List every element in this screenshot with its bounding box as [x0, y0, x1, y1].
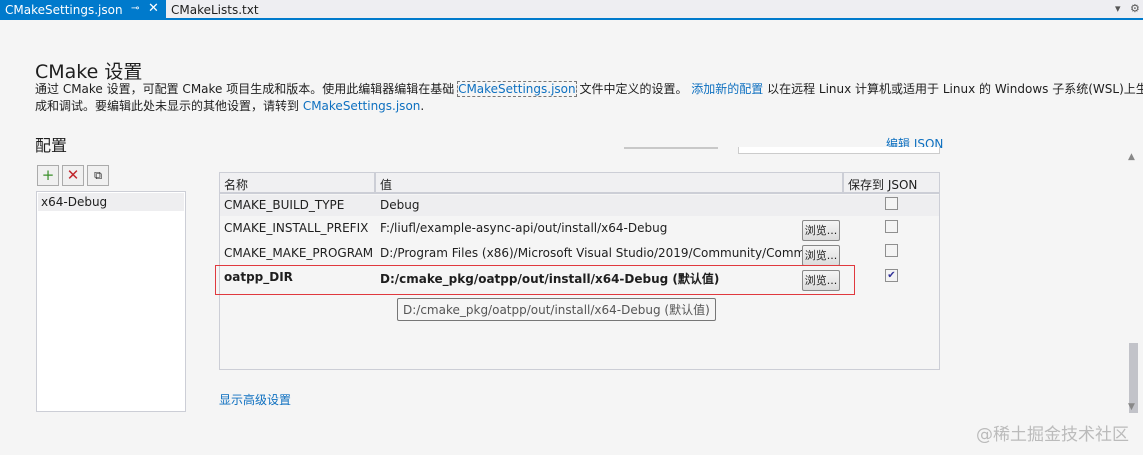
browse-button[interactable]: 浏览...	[802, 220, 840, 241]
col-save-header[interactable]: 保存到 JSON	[844, 173, 939, 192]
cmakesettings-link-2[interactable]: CMakeSettings.json	[303, 99, 421, 113]
row-value[interactable]: Debug	[376, 195, 844, 216]
add-config-button[interactable]: +	[37, 165, 59, 186]
desc-text: 成和调试。要编辑此处未显示的其他设置，请转到	[35, 99, 303, 113]
config-heading: 配置	[35, 136, 68, 155]
show-advanced-link[interactable]: 显示高级设置	[219, 391, 291, 408]
desc-text: 文件中定义的设置。	[575, 82, 692, 96]
copy-icon: ⧉	[94, 169, 102, 182]
scroll-down-icon[interactable]: ▼	[1128, 402, 1135, 412]
table-row[interactable]: CMAKE_BUILD_TYPE Debug	[220, 195, 939, 216]
table-header: 名称 值 保存到 JSON	[220, 173, 939, 194]
table-row[interactable]: CMAKE_INSTALL_PREFIX F:/liufl/example-as…	[220, 216, 939, 241]
save-json-checkbox[interactable]	[885, 220, 898, 233]
tab-cmakelists-txt[interactable]: CMakeLists.txt	[171, 3, 259, 17]
vertical-scrollbar[interactable]: ▲ ▼	[1127, 152, 1141, 418]
row-name: CMAKE_MAKE_PROGRAM	[224, 246, 374, 260]
row-name: CMAKE_INSTALL_PREFIX	[224, 221, 369, 235]
tab-bar: CMakeSettings.json ⊸ ✕ CMakeLists.txt ▾ …	[0, 0, 1143, 20]
row-value[interactable]: F:/liufl/example-async-api/out/install/x…	[376, 216, 802, 241]
value-tooltip: D:/cmake_pkg/oatpp/out/install/x64-Debug…	[397, 298, 716, 321]
scroll-up-icon[interactable]: ▲	[1128, 152, 1135, 162]
browse-button[interactable]: 浏览...	[802, 245, 840, 266]
delete-config-button[interactable]: ✕	[62, 165, 84, 186]
add-config-link[interactable]: 添加新的配置	[691, 82, 763, 96]
save-json-checkbox-checked[interactable]: ✔	[885, 269, 898, 282]
delete-icon: ✕	[66, 166, 80, 184]
cropped-control	[624, 147, 718, 153]
desc-text: 通过 CMake 设置，可配置 CMake 项目生成和版本。使用此编辑器编辑在基…	[35, 82, 459, 96]
watermark: @稀土掘金技术社区	[976, 425, 1129, 445]
save-json-checkbox[interactable]	[885, 244, 898, 257]
description-line-2: 成和调试。要编辑此处未显示的其他设置，请转到 CMakeSettings.jso…	[35, 97, 424, 114]
col-value-header[interactable]: 值	[376, 173, 844, 192]
row-value[interactable]: D:/Program Files (x86)/Microsoft Visual …	[376, 241, 802, 265]
description-line-1: 通过 CMake 设置，可配置 CMake 项目生成和版本。使用此编辑器编辑在基…	[35, 80, 1143, 97]
plus-icon: +	[41, 166, 55, 184]
col-name-header[interactable]: 名称	[220, 173, 376, 192]
save-json-checkbox[interactable]	[885, 197, 898, 210]
duplicate-config-button[interactable]: ⧉	[87, 165, 109, 186]
tab-label: CMakeSettings.json	[5, 3, 123, 17]
close-icon[interactable]: ✕	[148, 1, 159, 16]
desc-text: 以在远程 Linux 计算机或适用于 Linux 的 Windows 子系统(W…	[763, 82, 1143, 96]
table-row[interactable]: CMAKE_MAKE_PROGRAM D:/Program Files (x86…	[220, 241, 939, 266]
cmakesettings-link[interactable]: CMakeSettings.json	[457, 81, 577, 97]
desc-text: .	[420, 99, 425, 113]
row-name: CMAKE_BUILD_TYPE	[224, 198, 345, 212]
config-list[interactable]: x64-Debug	[36, 191, 186, 412]
highlight-annotation	[215, 265, 855, 295]
tab-cmakesettings-json[interactable]: CMakeSettings.json ⊸ ✕	[0, 0, 166, 20]
tab-dropdown-icon[interactable]: ▾	[1115, 2, 1121, 15]
cropped-input	[738, 147, 940, 154]
gear-icon[interactable]: ⚙	[1130, 2, 1140, 15]
pin-icon[interactable]: ⊸	[131, 3, 139, 14]
config-item-x64-debug[interactable]: x64-Debug	[38, 193, 184, 211]
